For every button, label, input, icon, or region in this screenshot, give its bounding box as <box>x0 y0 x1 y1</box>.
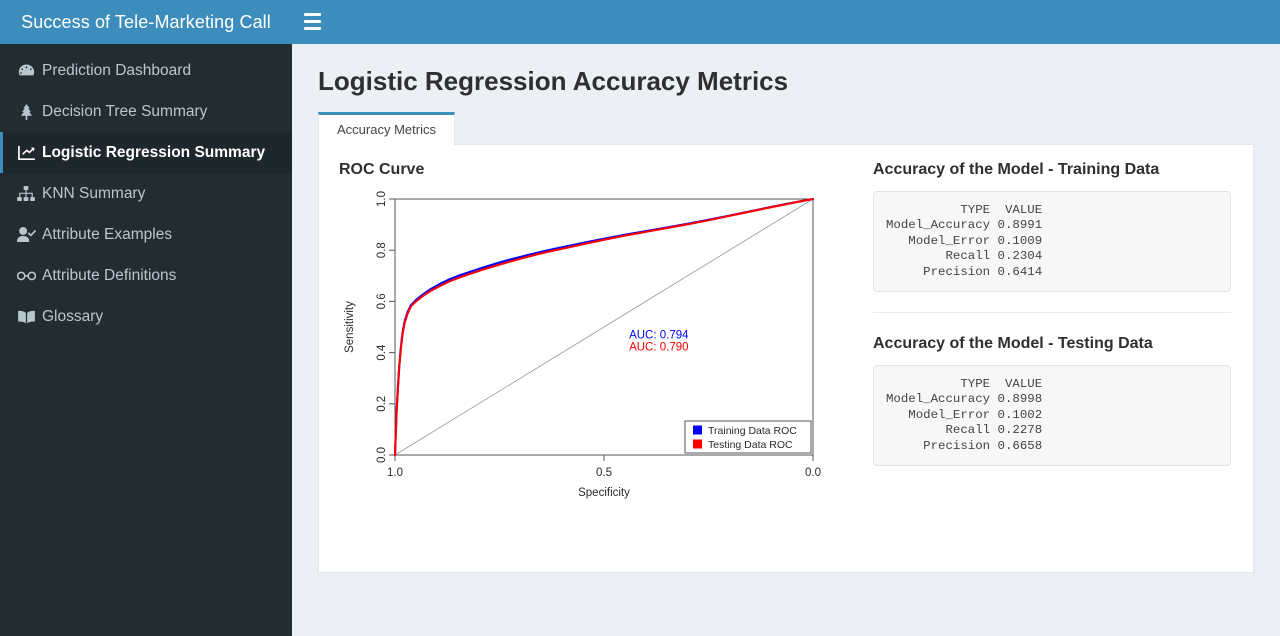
roc-plot-container: 0.0 0.2 0.4 0.6 0.8 1.0 1.0 0.5 0.0 Specificity Se… <box>339 189 845 519</box>
y-tick-label: 1.0 <box>376 191 388 207</box>
training-metrics-heading: Accuracy of the Model - Training Data <box>873 161 1160 178</box>
y-tick-label: 0.2 <box>376 396 388 412</box>
hamburger-bar <box>304 27 321 30</box>
sidebar-item-label: Glossary <box>42 307 104 325</box>
sidebar-nav: Prediction Dashboard Decision Tree Summar… <box>0 44 292 337</box>
testing-metrics-heading: Accuracy of the Model - Testing Data <box>873 335 1153 353</box>
hamburger-icon[interactable] <box>304 13 321 30</box>
tab-panel: ROC Curve 0.0 0.2 0.4 0.6 0.8 1.0 1.0 0.5 0.0 Spe… <box>318 144 1254 573</box>
testing-metrics-table: TYPE VALUE Model_Accuracy 0.8998 Model_E… <box>873 365 1231 467</box>
sidebar-item-prediction-dashboard[interactable]: Prediction Dashboard <box>0 50 292 91</box>
page-title: Logistic Regression Accuracy Metrics <box>318 66 789 96</box>
hamburger-bar <box>304 13 321 16</box>
y-tick-label: 0.0 <box>376 447 388 463</box>
x-axis-label: Specificity <box>578 487 630 499</box>
tab-accuracy-metrics[interactable]: Accuracy Metrics <box>318 112 455 145</box>
content-area: Logistic Regression Accuracy Metrics Acc… <box>292 44 1280 636</box>
auc-annotation: AUC: 0.794 <box>629 330 689 342</box>
x-tick-label: 0.5 <box>596 467 612 479</box>
x-tick-label: 0.0 <box>805 467 821 479</box>
sidebar-item-logistic-regression-summary[interactable]: Logistic Regression Summary <box>0 132 292 173</box>
topbar <box>292 0 1280 44</box>
roc-chart: 0.0 0.2 0.4 0.6 0.8 1.0 1.0 0.5 0.0 Specificity Se… <box>344 191 821 499</box>
y-tick-label: 0.6 <box>376 293 388 309</box>
sidebar-item-label: Logistic Regression Summary <box>42 143 266 161</box>
sidebar-item-attribute-definitions[interactable]: Attribute Definitions <box>0 255 292 296</box>
metrics-divider <box>873 312 1231 314</box>
sidebar-item-attribute-examples[interactable]: Attribute Examples <box>0 214 292 255</box>
sidebar-item-knn-summary[interactable]: KNN Summary <box>0 173 292 214</box>
sidebar-item-label: Attribute Examples <box>42 225 173 243</box>
y-tick-label: 0.4 <box>376 344 388 361</box>
tree-icon <box>15 103 37 121</box>
sidebar: Success of Tele-Marketing Call Predictio… <box>0 0 292 636</box>
y-tick-label: 0.8 <box>376 242 388 258</box>
legend-swatch <box>693 439 702 449</box>
brand-title: Success of Tele-Marketing Call <box>0 0 292 44</box>
sidebar-item-glossary[interactable]: Glossary <box>0 296 292 337</box>
glasses-icon <box>15 267 37 285</box>
sidebar-item-label: Prediction Dashboard <box>42 61 192 79</box>
y-axis-label: Sensitivity <box>344 301 356 353</box>
roc-curve-heading: ROC Curve <box>339 161 425 178</box>
book-icon <box>15 308 37 326</box>
sidebar-item-label: Attribute Definitions <box>42 266 177 284</box>
chart-line-icon <box>15 144 37 162</box>
sidebar-item-decision-tree-summary[interactable]: Decision Tree Summary <box>0 91 292 132</box>
training-metrics-table: TYPE VALUE Model_Accuracy 0.8991 Model_E… <box>873 191 1231 293</box>
tab-strip: Accuracy Metrics <box>318 111 1254 145</box>
x-tick-label: 1.0 <box>387 467 403 479</box>
roc-curve-section: ROC Curve 0.0 0.2 0.4 0.6 0.8 1.0 1.0 0.5 0.0 Spe… <box>333 161 851 572</box>
sitemap-icon <box>15 185 37 203</box>
legend-label: Training Data ROC <box>708 425 797 437</box>
auc-annotation: AUC: 0.790 <box>629 342 688 354</box>
user-check-icon <box>15 226 37 244</box>
legend-label: Testing Data ROC <box>708 439 793 451</box>
sidebar-item-label: Decision Tree Summary <box>42 102 208 120</box>
sidebar-item-label: KNN Summary <box>42 184 146 202</box>
legend-swatch <box>693 425 702 435</box>
tachometer-icon <box>15 62 37 80</box>
chance-diagonal-line <box>394 198 814 456</box>
accuracy-metrics-section: Accuracy of the Model - Training Data TY… <box>851 161 1239 572</box>
hamburger-bar <box>304 20 321 23</box>
